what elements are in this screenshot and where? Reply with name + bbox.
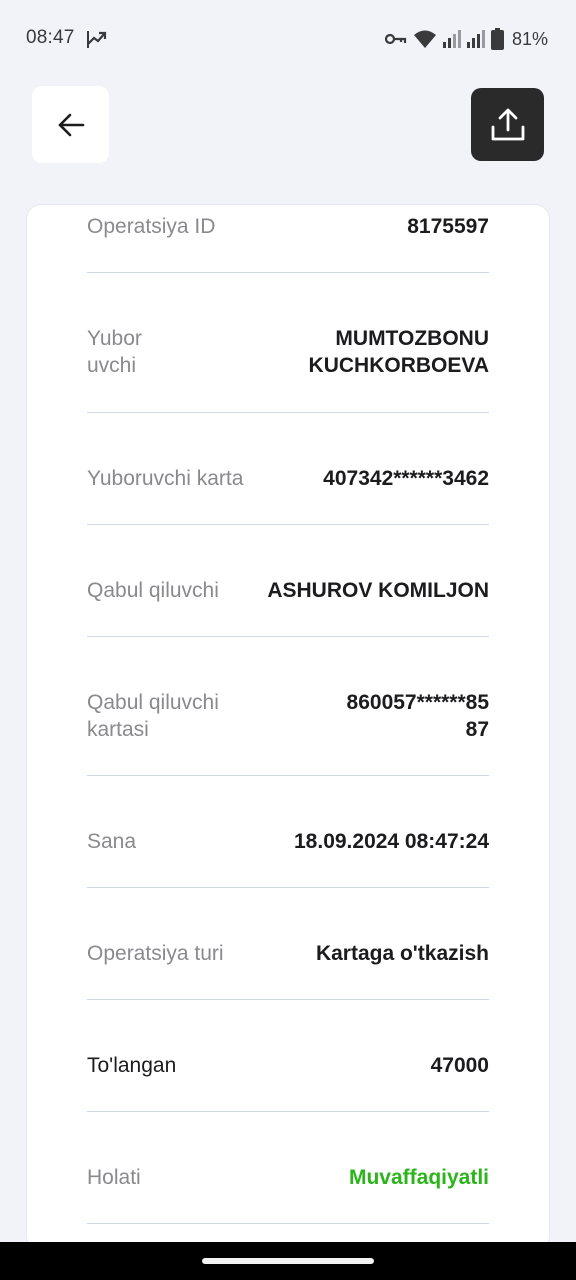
status-bar: 08:47 81%	[0, 0, 576, 78]
key-icon	[384, 33, 407, 45]
date-label: Sana	[87, 830, 137, 853]
battery-percent: 81%	[511, 28, 548, 49]
operation-id-label: Operatsiya ID	[87, 215, 216, 238]
home-indicator[interactable]	[202, 1258, 374, 1264]
signal-icon	[466, 30, 485, 48]
paid-label: To'langan	[87, 1054, 177, 1077]
system-nav-bar	[0, 1242, 576, 1280]
detail-row-operation-id: Operatsiya ID 8175597	[87, 205, 489, 273]
detail-row-receiver: Qabul qiluvchi ASHUROV KOMILJON	[87, 525, 489, 637]
trending-up-icon	[87, 31, 107, 48]
operation-type-value: Kartaga o'tkazish	[315, 942, 489, 965]
paid-value: 47000	[430, 1054, 489, 1077]
detail-row-status: Holati Muvaffaqiyatli	[87, 1112, 489, 1224]
sender-value: MUMTOZBONU KUCHKORBOEVA	[309, 325, 489, 379]
detail-row-date: Sana 18.09.2024 08:47:24	[87, 776, 489, 888]
operation-type-label: Operatsiya turi	[87, 942, 224, 965]
date-value: 18.09.2024 08:47:24	[294, 830, 489, 853]
signal-icon	[442, 30, 461, 48]
sender-label-line1: Yubor	[87, 327, 142, 350]
transaction-details-card: Operatsiya ID 8175597 Yubor uvchi MUMTOZ…	[27, 205, 549, 1250]
sender-value-line1: MUMTOZBONU	[335, 327, 489, 350]
sender-card-value: 407342******3462	[323, 467, 489, 490]
share-button[interactable]	[471, 88, 544, 161]
status-icons: 81%	[384, 26, 548, 52]
receiver-card-value-line2: 87	[465, 718, 489, 741]
sender-label: Yubor uvchi	[87, 325, 142, 379]
detail-row-operation-type: Operatsiya turi Kartaga o'tkazish	[87, 888, 489, 1000]
operation-id-value: 8175597	[407, 215, 489, 238]
receiver-card-value-line1: 860057******85	[346, 691, 489, 714]
receiver-card-label: Qabul qiluvchi kartasi	[87, 689, 219, 743]
sender-card-label: Yuboruvchi karta	[87, 467, 244, 490]
receiver-label: Qabul qiluvchi	[87, 579, 219, 602]
sender-label-line2: uvchi	[87, 354, 137, 377]
receiver-value: ASHUROV KOMILJON	[267, 579, 489, 602]
detail-row-receiver-card: Qabul qiluvchi kartasi 860057******85 87	[87, 637, 489, 776]
receiver-card-value: 860057******85 87	[347, 689, 489, 743]
status-label: Holati	[87, 1166, 141, 1189]
receiver-card-label-line2: kartasi	[87, 718, 149, 741]
battery-icon	[490, 28, 504, 50]
sender-value-line2: KUCHKORBOEVA	[308, 354, 489, 377]
status-time: 08:47	[26, 27, 75, 48]
status-value: Muvaffaqiyatli	[348, 1166, 489, 1189]
share-upload-icon	[491, 108, 524, 140]
wifi-icon	[413, 30, 436, 48]
arrow-left-icon	[58, 113, 84, 136]
back-button[interactable]	[32, 86, 109, 163]
receiver-card-label-line1: Qabul qiluvchi	[87, 691, 219, 714]
detail-row-sender: Yubor uvchi MUMTOZBONU KUCHKORBOEVA	[87, 273, 489, 413]
detail-row-paid: To'langan 47000	[87, 1000, 489, 1112]
detail-row-sender-card: Yuboruvchi karta 407342******3462	[87, 413, 489, 525]
